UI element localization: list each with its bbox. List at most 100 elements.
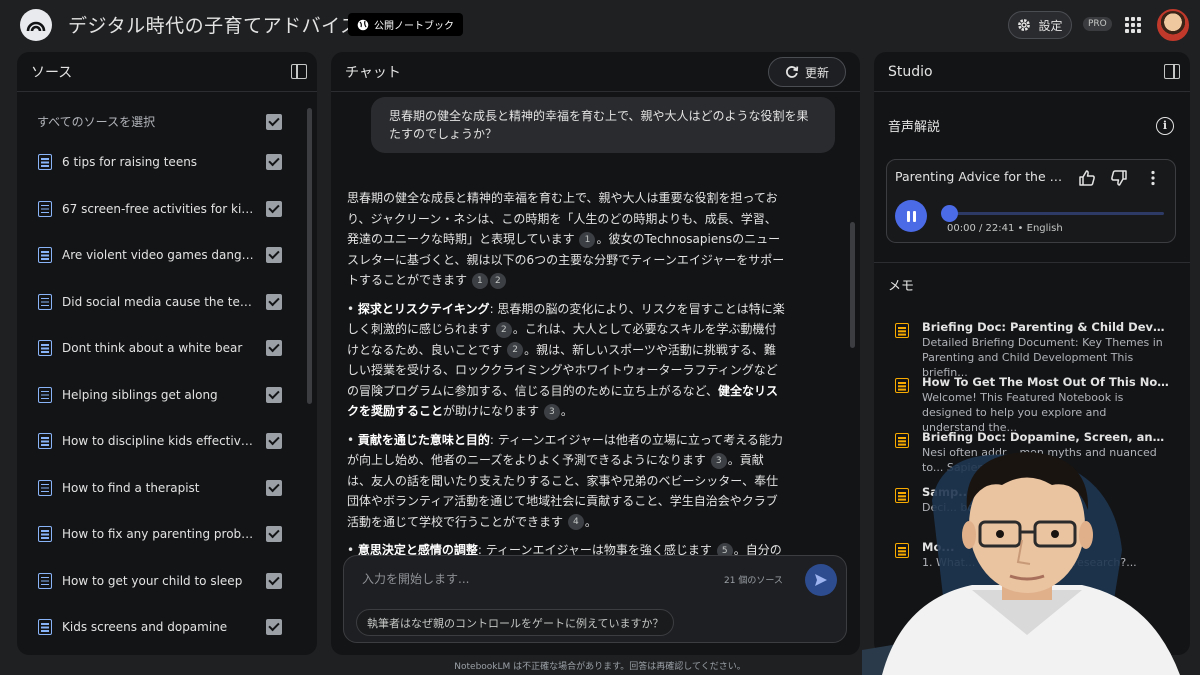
notebooklm-logo-icon[interactable] bbox=[20, 9, 52, 41]
collapse-sources-icon[interactable] bbox=[291, 64, 307, 79]
answer-bullet: • 探求とリスクテイキング: 思春期の脳の変化により、リスクを冒すことは特に楽し… bbox=[347, 301, 785, 420]
user-avatar[interactable] bbox=[1157, 9, 1189, 41]
source-checkbox[interactable] bbox=[266, 340, 282, 357]
sources-panel: ソース すべてのソースを選択 6 tips for raising teens … bbox=[17, 52, 317, 655]
sources-scrollbar[interactable] bbox=[307, 108, 312, 404]
select-all-label: すべてのソースを選択 bbox=[37, 115, 156, 129]
source-checkbox[interactable] bbox=[266, 154, 282, 171]
pause-icon bbox=[906, 210, 910, 222]
source-checkbox[interactable] bbox=[266, 619, 282, 636]
note-preview: Detailed Briefing Document: Key Themes i… bbox=[922, 336, 1163, 379]
select-all-checkbox[interactable] bbox=[266, 113, 282, 130]
source-label: Are violent video games dangerous bbox=[62, 248, 254, 263]
source-item[interactable]: How to find a therapist bbox=[17, 465, 317, 512]
audio-title: Parenting Advice for the Digital Age bbox=[895, 169, 1071, 184]
source-checkbox[interactable] bbox=[266, 200, 282, 217]
chat-input[interactable] bbox=[362, 568, 692, 590]
document-icon bbox=[38, 619, 52, 636]
audio-overview-title: 音声解説 bbox=[888, 120, 941, 135]
send-arrow-icon bbox=[815, 574, 827, 586]
citation-badge[interactable]: 3 bbox=[543, 403, 560, 420]
select-all-sources-row[interactable]: すべてのソースを選択 bbox=[17, 104, 317, 139]
source-label: Kids screens and dopamine bbox=[62, 620, 228, 635]
source-list: すべてのソースを選択 6 tips for raising teens 67 s… bbox=[17, 92, 317, 651]
source-item[interactable]: How to fix any parenting problem bbox=[17, 511, 317, 558]
audio-overview-card: Parenting Advice for the Digital Age 00:… bbox=[886, 159, 1176, 243]
citation-badge[interactable]: 1 bbox=[471, 272, 488, 289]
source-item[interactable]: Dont think about a white bear bbox=[17, 325, 317, 372]
source-checkbox[interactable] bbox=[266, 247, 282, 264]
source-label: 6 tips for raising teens bbox=[62, 155, 198, 170]
source-item[interactable]: How to discipline kids effectively bbox=[17, 418, 317, 465]
source-item[interactable]: How to get your child to sleep bbox=[17, 558, 317, 605]
source-item[interactable]: Are violent video games dangerous bbox=[17, 232, 317, 279]
source-count: 21 個のソース bbox=[724, 576, 783, 586]
note-icon bbox=[895, 323, 909, 338]
pause-button[interactable] bbox=[895, 200, 927, 232]
public-notebook-badge: 公開ノートブック bbox=[348, 13, 463, 36]
notebook-title[interactable]: デジタル時代の子育てアドバイス bbox=[68, 11, 360, 38]
source-item[interactable]: Did social media cause the teen m... bbox=[17, 279, 317, 326]
more-vert-icon[interactable] bbox=[1143, 168, 1163, 188]
settings-button[interactable]: 設定 bbox=[1008, 11, 1072, 39]
source-item[interactable]: 6 tips for raising teens bbox=[17, 139, 317, 186]
bullet-heading: 探求とリスクテイキング bbox=[357, 301, 490, 316]
note-item[interactable]: How To Get The Most Out Of This Notebook… bbox=[895, 375, 1175, 434]
source-label: How to find a therapist bbox=[62, 480, 200, 495]
refresh-icon bbox=[786, 66, 799, 78]
note-preview: Welcome! This Featured Notebook is desig… bbox=[922, 391, 1124, 434]
answer-text: が助けになります bbox=[443, 404, 540, 418]
settings-label: 設定 bbox=[1038, 18, 1063, 33]
citation-badge[interactable]: 2 bbox=[507, 342, 524, 358]
thumbs-up-icon[interactable] bbox=[1077, 168, 1097, 188]
source-label: How to get your child to sleep bbox=[62, 573, 243, 588]
source-checkbox[interactable] bbox=[266, 526, 282, 543]
user-question-bubble: 思春期の健全な成長と精神的幸福を育む上で、親や大人はどのような役割を果たすのでし… bbox=[371, 97, 835, 153]
citation-badge[interactable]: 2 bbox=[495, 321, 512, 338]
collapse-studio-icon[interactable] bbox=[1164, 64, 1180, 79]
document-icon bbox=[38, 479, 52, 496]
source-checkbox[interactable] bbox=[266, 572, 282, 589]
chat-composer: 21 個のソース 執筆者はなぜ親のコントロールをゲートに例えていますか？ bbox=[343, 555, 847, 643]
top-bar: デジタル時代の子育てアドバイス 公開ノートブック 設定 PRO bbox=[0, 0, 1200, 50]
chat-title: チャット bbox=[345, 64, 401, 81]
source-item[interactable]: Helping siblings get along bbox=[17, 372, 317, 419]
send-button[interactable] bbox=[805, 564, 837, 596]
source-checkbox[interactable] bbox=[266, 293, 282, 310]
chat-scrollbar[interactable] bbox=[850, 222, 855, 348]
document-icon bbox=[38, 526, 52, 543]
citation-badge[interactable]: 3 bbox=[710, 452, 727, 469]
refresh-button[interactable]: 更新 bbox=[768, 57, 846, 87]
document-icon bbox=[38, 340, 52, 357]
citation-badge[interactable]: 4 bbox=[567, 514, 584, 530]
presenter-webcam-overlay bbox=[862, 440, 1200, 675]
source-item[interactable]: 67 screen-free activities for kids bbox=[17, 186, 317, 233]
source-label: How to discipline kids effectively bbox=[62, 434, 254, 449]
refresh-label: 更新 bbox=[804, 65, 829, 80]
note-item[interactable]: Briefing Doc: Parenting & Child Developm… bbox=[895, 320, 1175, 379]
document-icon bbox=[38, 200, 52, 217]
citation-badge[interactable]: 1 bbox=[579, 231, 596, 248]
studio-title: Studio bbox=[888, 63, 933, 80]
citation-badge[interactable]: 2 bbox=[489, 272, 506, 289]
chat-header: チャット 更新 bbox=[331, 52, 860, 92]
thumbs-down-icon[interactable] bbox=[1109, 168, 1129, 188]
section-divider bbox=[874, 262, 1190, 263]
source-item[interactable]: Kids screens and dopamine bbox=[17, 604, 317, 651]
audio-progress-track[interactable] bbox=[949, 212, 1164, 215]
note-icon bbox=[895, 378, 909, 393]
document-icon bbox=[38, 293, 52, 310]
audio-scrubber-handle[interactable] bbox=[941, 205, 958, 222]
apps-grid-icon[interactable] bbox=[1125, 17, 1141, 33]
suggested-question-chip[interactable]: 執筆者はなぜ親のコントロールをゲートに例えていますか？ bbox=[356, 609, 675, 636]
public-badge-label: 公開ノートブック bbox=[374, 21, 454, 32]
gear-icon bbox=[1018, 19, 1031, 31]
source-label: How to fix any parenting problem bbox=[62, 527, 254, 542]
bullet-heading: 貢献を通じた意味と目的 bbox=[357, 432, 490, 447]
source-checkbox[interactable] bbox=[266, 386, 282, 403]
info-icon[interactable]: i bbox=[1156, 117, 1174, 135]
audio-time-language: 00:00 / 22:41 • English bbox=[947, 223, 1063, 234]
source-checkbox[interactable] bbox=[266, 479, 282, 496]
source-label: Helping siblings get along bbox=[62, 387, 218, 402]
source-checkbox[interactable] bbox=[266, 433, 282, 450]
